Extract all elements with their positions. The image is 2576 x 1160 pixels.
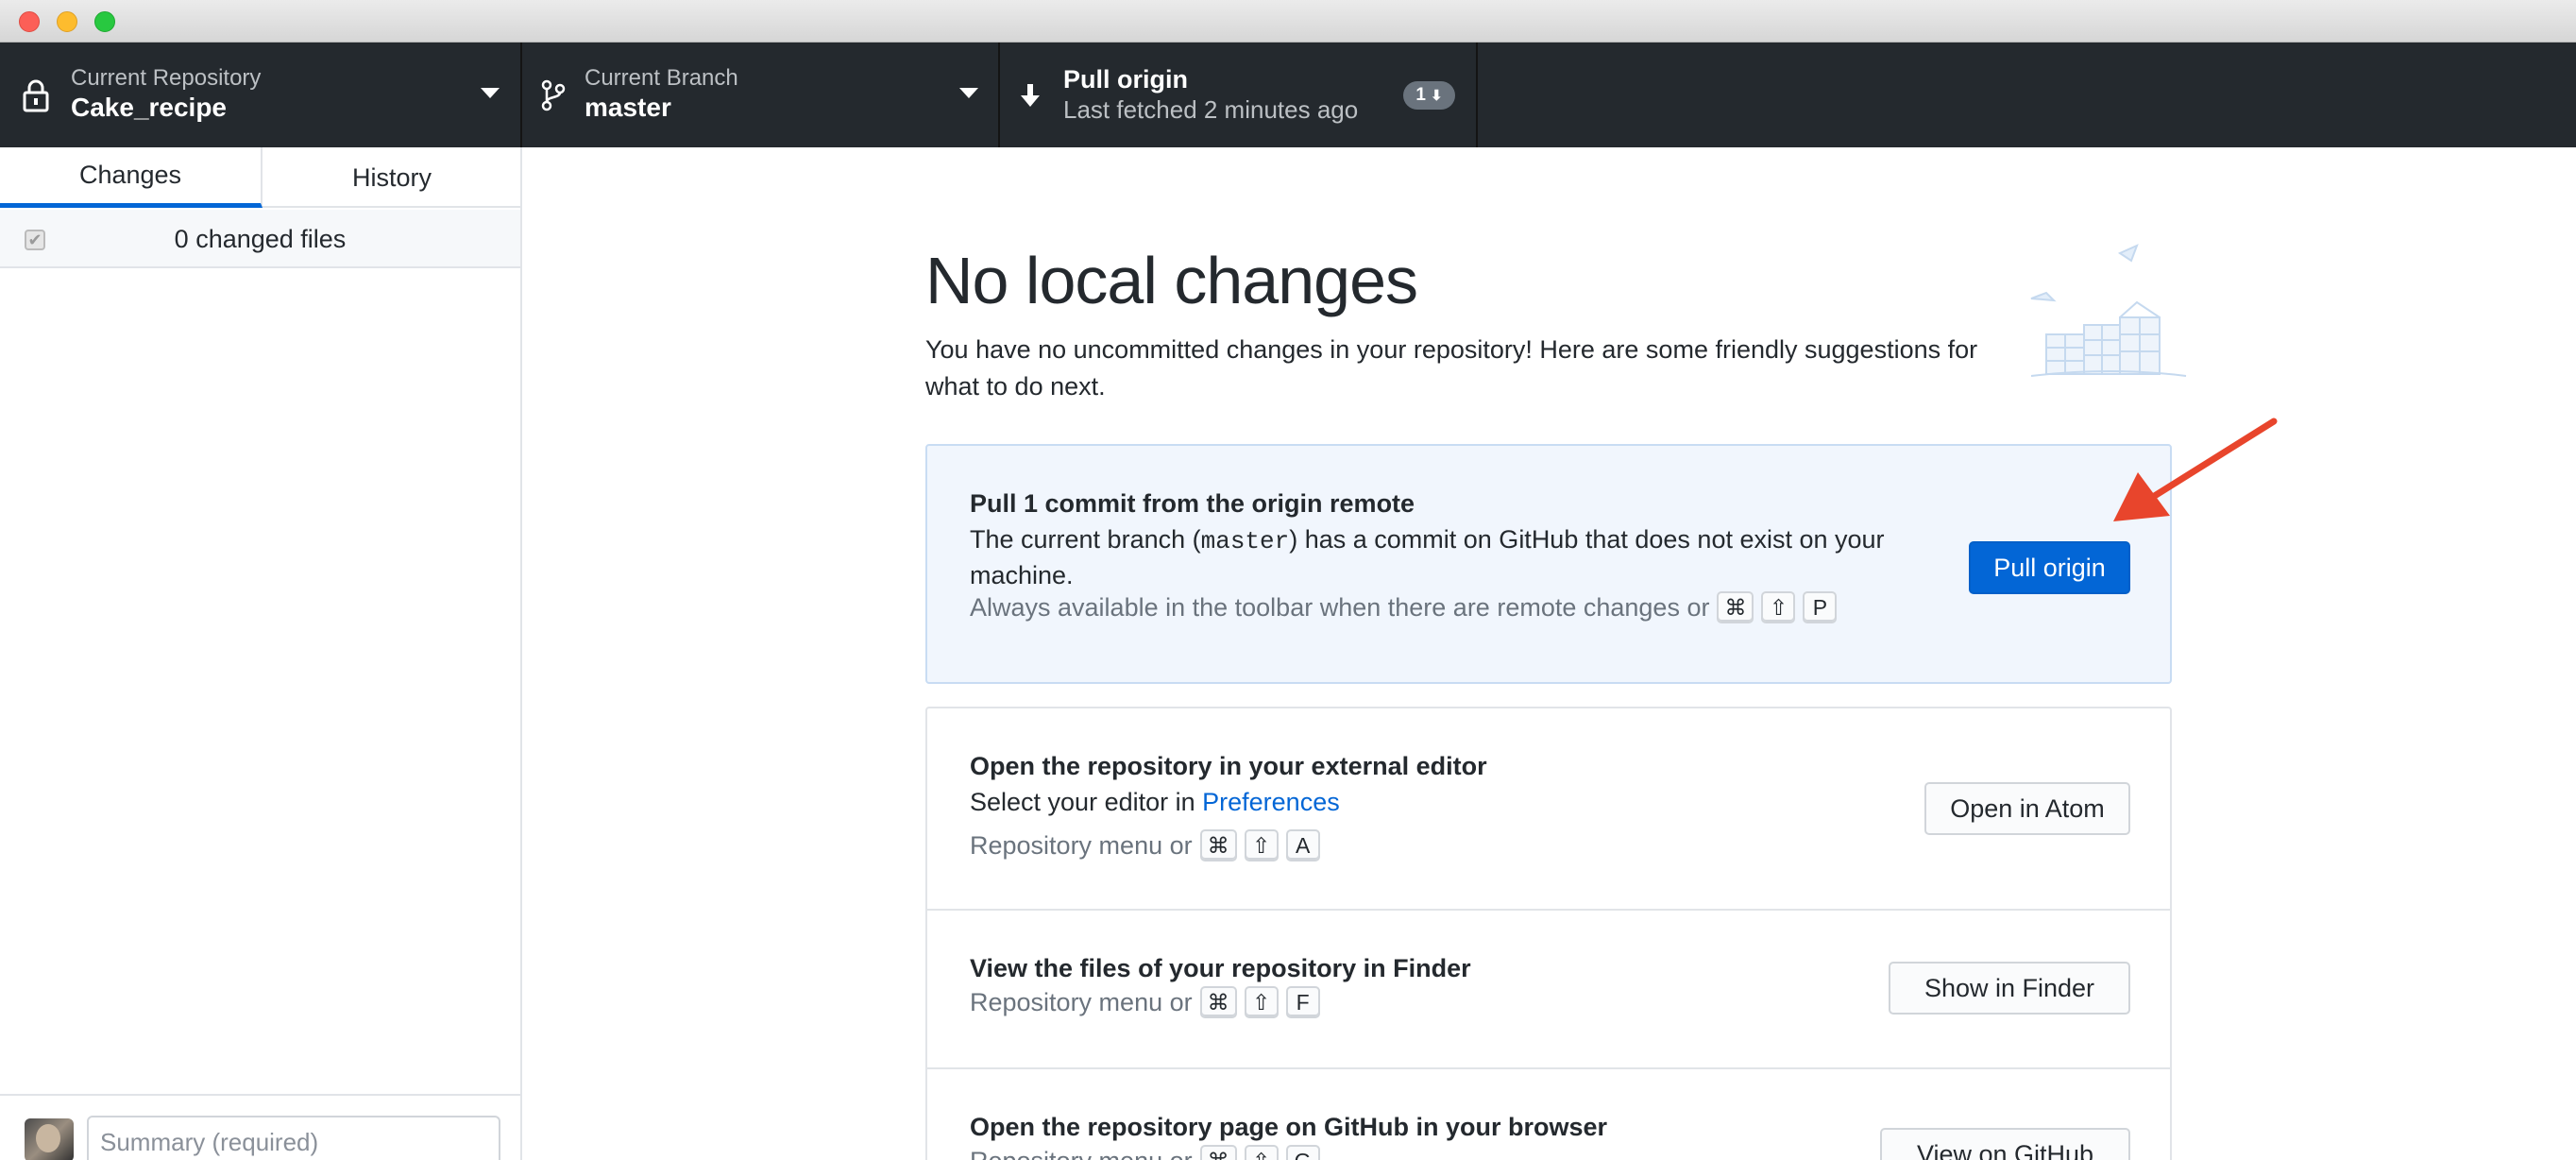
pull-text-after: ) has a commit on GitHub that does not e… [1289, 525, 1885, 554]
show-in-finder-button[interactable]: Show in Finder [1889, 962, 2130, 1015]
branch-description: Current Branch [585, 65, 738, 91]
hint-text: Repository menu or [970, 1147, 1193, 1160]
pull-title: Pull origin [1063, 65, 1188, 94]
shift-key: ⇧ [1244, 829, 1279, 861]
minimize-window-button[interactable] [57, 11, 77, 32]
command-key: ⌘ [1199, 829, 1237, 861]
repository-name: Cake_recipe [71, 93, 228, 122]
editor-text: Select your editor in [970, 788, 1195, 816]
shift-key: ⇧ [1244, 1145, 1279, 1160]
p-key: P [1803, 591, 1838, 623]
branch-name: master [585, 93, 671, 122]
toolbar: Current Repository Cake_recipe Current B… [0, 43, 2576, 147]
f-key: F [1285, 986, 1320, 1018]
suggestions-list: Open the repository in your external edi… [925, 707, 2172, 1160]
sidebar-tabs: Changes History [0, 147, 520, 208]
repository-description: Current Repository [71, 65, 262, 91]
window-titlebar [0, 0, 2576, 43]
open-editor-title: Open the repository in your external edi… [970, 752, 1487, 780]
tab-changes[interactable]: Changes [0, 147, 263, 208]
g-key: G [1285, 1145, 1320, 1160]
preferences-link[interactable]: Preferences [1202, 788, 1340, 816]
command-key: ⌘ [1199, 1145, 1237, 1160]
command-key: ⌘ [1199, 986, 1237, 1018]
commit-message-area [0, 1094, 520, 1160]
open-editor-text: Select your editor in Preferences [970, 788, 1340, 817]
branch-code: master [1200, 527, 1290, 555]
list-item: Open the repository in your external edi… [927, 708, 2170, 911]
command-key: ⌘ [1717, 591, 1754, 623]
shift-key: ⇧ [1244, 986, 1279, 1018]
summary-input[interactable] [87, 1116, 500, 1160]
pull-text-before: The current branch ( [970, 525, 1201, 554]
current-repository-dropdown[interactable]: Current Repository Cake_recipe [0, 43, 522, 147]
branch-icon [534, 77, 572, 114]
arrow-down-icon: ⬇ [1431, 88, 1443, 104]
sidebar: Changes History ✔ 0 changed files [0, 147, 522, 1160]
view-github-title: Open the repository page on GitHub in yo… [970, 1113, 1608, 1141]
list-item: View the files of your repository in Fin… [927, 911, 2170, 1069]
page-subtitle: You have no uncommitted changes in your … [925, 335, 1978, 401]
arrow-down-icon [1011, 77, 1049, 114]
pull-origin-button[interactable]: Pull origin [1969, 541, 2130, 594]
hint-text: Repository menu or [970, 830, 1193, 860]
zoom-window-button[interactable] [94, 11, 115, 32]
open-in-atom-button[interactable]: Open in Atom [1924, 782, 2130, 835]
close-window-button[interactable] [19, 11, 40, 32]
open-editor-shortcut-hint: Repository menu or ⌘ ⇧ A [970, 829, 1320, 861]
shift-key: ⇧ [1761, 591, 1796, 623]
view-on-github-button[interactable]: View on GitHub [1880, 1128, 2130, 1160]
view-github-shortcut-hint: Repository menu or ⌘ ⇧ G [970, 1145, 1320, 1160]
show-finder-shortcut-hint: Repository menu or ⌘ ⇧ F [970, 986, 1320, 1018]
page-title: No local changes [925, 244, 1418, 317]
list-item: Open the repository page on GitHub in yo… [927, 1069, 2170, 1160]
hint-text: Always available in the toolbar when the… [970, 592, 1710, 622]
empty-state-illustration [2030, 244, 2187, 377]
hint-text: Repository menu or [970, 987, 1193, 1016]
pull-suggestion-title: Pull 1 commit from the origin remote [970, 489, 1415, 518]
tab-history[interactable]: History [263, 147, 520, 208]
pull-suggestion-text: The current branch (master) has a commit… [970, 525, 1885, 555]
current-branch-dropdown[interactable]: Current Branch master [522, 43, 1000, 147]
chevron-down-icon [959, 88, 978, 98]
main-content: No local changes You have no uncommitted… [524, 147, 2576, 1160]
lock-icon [17, 77, 55, 114]
pull-shortcut-hint: Always available in the toolbar when the… [970, 591, 1838, 623]
commits-behind-badge: 1 ⬇ [1403, 81, 1455, 110]
a-key: A [1285, 829, 1320, 861]
changed-files-header: ✔ 0 changed files [0, 210, 520, 268]
show-finder-title: View the files of your repository in Fin… [970, 954, 1471, 982]
annotation-arrow-icon [2113, 418, 2278, 521]
badge-count: 1 [1415, 85, 1426, 105]
changed-files-label: 0 changed files [174, 225, 347, 253]
pull-suggestion-card: Pull 1 commit from the origin remote The… [925, 444, 2172, 684]
chevron-down-icon [481, 88, 500, 98]
pull-suggestion-text-line2: machine. [970, 561, 1074, 589]
avatar [25, 1118, 74, 1160]
pull-description: Last fetched 2 minutes ago [1063, 95, 1359, 124]
